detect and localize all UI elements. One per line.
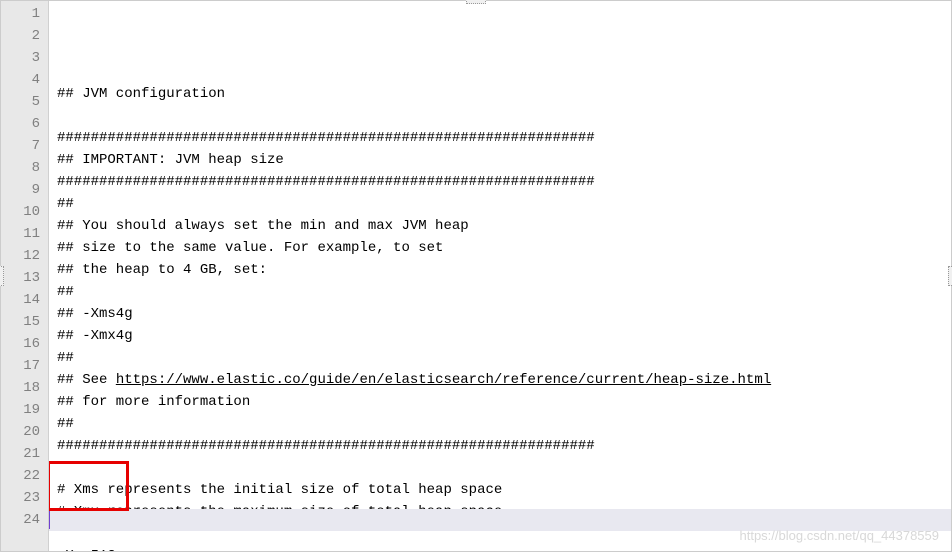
- code-line[interactable]: ########################################…: [57, 127, 951, 149]
- code-line[interactable]: ##: [57, 347, 951, 369]
- line-number: 14: [5, 289, 40, 311]
- top-ruler-handle[interactable]: [466, 0, 486, 4]
- line-number: 6: [5, 113, 40, 135]
- current-line-highlight: [49, 509, 951, 531]
- line-number: 3: [5, 47, 40, 69]
- line-number: 4: [5, 69, 40, 91]
- code-content-area[interactable]: ## JVM configuration####################…: [49, 1, 951, 551]
- line-number: 22: [5, 465, 40, 487]
- text-caret: [49, 511, 50, 529]
- code-line[interactable]: ## IMPORTANT: JVM heap size: [57, 149, 951, 171]
- line-number: 9: [5, 179, 40, 201]
- code-line[interactable]: # Xms represents the initial size of tot…: [57, 479, 951, 501]
- code-line[interactable]: ##: [57, 413, 951, 435]
- code-line[interactable]: ## the heap to 4 GB, set:: [57, 259, 951, 281]
- right-resize-handle[interactable]: [948, 266, 952, 286]
- code-text: ## See: [57, 372, 116, 388]
- code-line[interactable]: ## for more information: [57, 391, 951, 413]
- code-line[interactable]: ## JVM configuration: [57, 83, 951, 105]
- code-line[interactable]: ##: [57, 281, 951, 303]
- line-number: 21: [5, 443, 40, 465]
- line-number: 5: [5, 91, 40, 113]
- code-line[interactable]: -Xms512m: [57, 545, 951, 551]
- line-number: 20: [5, 421, 40, 443]
- code-editor[interactable]: 123456789101112131415161718192021222324 …: [0, 0, 952, 552]
- line-number-gutter: 123456789101112131415161718192021222324: [1, 1, 49, 551]
- line-number: 11: [5, 223, 40, 245]
- code-line[interactable]: ## You should always set the min and max…: [57, 215, 951, 237]
- code-line[interactable]: ## size to the same value. For example, …: [57, 237, 951, 259]
- line-number: 18: [5, 377, 40, 399]
- left-resize-handle[interactable]: [0, 266, 4, 286]
- line-number: 16: [5, 333, 40, 355]
- line-number: 15: [5, 311, 40, 333]
- code-line[interactable]: ########################################…: [57, 171, 951, 193]
- line-number: 10: [5, 201, 40, 223]
- code-line[interactable]: [57, 105, 951, 127]
- line-number: 7: [5, 135, 40, 157]
- line-number: 17: [5, 355, 40, 377]
- line-number: 1: [5, 3, 40, 25]
- line-number: 12: [5, 245, 40, 267]
- code-line[interactable]: ## See https://www.elastic.co/guide/en/e…: [57, 369, 951, 391]
- code-line[interactable]: ## -Xmx4g: [57, 325, 951, 347]
- code-line[interactable]: ########################################…: [57, 435, 951, 457]
- line-number: 24: [5, 509, 40, 531]
- line-number: 23: [5, 487, 40, 509]
- line-number: 13: [5, 267, 40, 289]
- line-number: 19: [5, 399, 40, 421]
- line-number: 2: [5, 25, 40, 47]
- code-line[interactable]: [57, 457, 951, 479]
- hyperlink[interactable]: https://www.elastic.co/guide/en/elastics…: [116, 372, 771, 388]
- line-number: 8: [5, 157, 40, 179]
- code-line[interactable]: ## -Xms4g: [57, 303, 951, 325]
- code-line[interactable]: ##: [57, 193, 951, 215]
